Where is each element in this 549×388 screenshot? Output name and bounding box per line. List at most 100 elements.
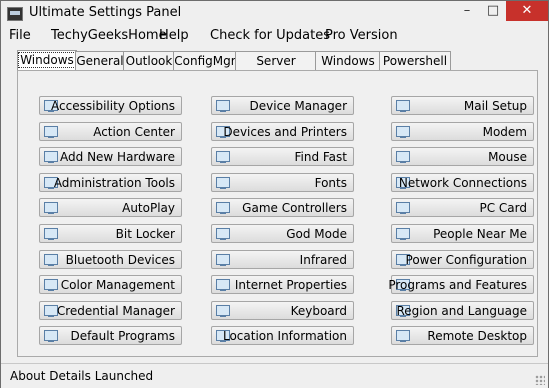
settings-button[interactable]: People Near Me (391, 224, 534, 243)
monitor-icon (216, 177, 230, 189)
status-text: About Details Launched (10, 369, 154, 383)
monitor-icon (44, 228, 58, 240)
menu-bar: File TechyGeeksHome Help Check for Updat… (1, 26, 548, 46)
settings-panel: Accessibility Options Action Center Add Ne… (17, 70, 538, 357)
monitor-icon (44, 330, 58, 342)
settings-button[interactable]: Mail Setup (391, 96, 534, 115)
settings-button[interactable]: AutoPlay (39, 198, 182, 217)
monitor-icon (44, 279, 58, 291)
monitor-icon (396, 330, 410, 342)
settings-button-label: God Mode (286, 227, 347, 241)
settings-button-label: Administration Tools (53, 176, 175, 190)
app-window: Ultimate Settings Panel – □ ✕ File Techy… (0, 0, 549, 388)
settings-button-label: Accessibility Options (51, 99, 175, 113)
monitor-icon (396, 100, 410, 112)
settings-button[interactable]: Modem (391, 122, 534, 141)
maximize-button[interactable]: □ (480, 1, 506, 21)
settings-button[interactable]: Region and Language (391, 301, 534, 320)
settings-button[interactable]: Bit Locker (39, 224, 182, 243)
settings-button[interactable]: Action Center (39, 122, 182, 141)
settings-button-label: Programs and Features (388, 278, 527, 292)
settings-button-label: People Near Me (433, 227, 527, 241)
app-icon (7, 7, 23, 21)
settings-button-label: Infrared (299, 253, 347, 267)
settings-button-label: Game Controllers (242, 201, 347, 215)
settings-button[interactable]: Find Fast (211, 147, 354, 166)
settings-button[interactable]: Device Manager (211, 96, 354, 115)
settings-button[interactable]: Internet Properties (211, 275, 354, 294)
menu-file[interactable]: File (9, 28, 31, 43)
menu-techygeekshome[interactable]: TechyGeeksHome (51, 28, 167, 43)
monitor-icon (216, 151, 230, 163)
monitor-icon (396, 126, 410, 138)
monitor-icon (44, 254, 58, 266)
monitor-icon (216, 254, 230, 266)
settings-button-label: Color Management (60, 278, 175, 292)
settings-button[interactable]: Location Information (211, 326, 354, 345)
tab-windows[interactable]: Windows (17, 50, 77, 71)
settings-button[interactable]: Mouse (391, 147, 534, 166)
settings-button[interactable]: Programs and Features (388, 275, 534, 294)
title-bar: Ultimate Settings Panel – □ ✕ (1, 1, 548, 26)
tab-general[interactable]: General (75, 51, 125, 70)
settings-button[interactable]: Accessibility Options (39, 96, 182, 115)
settings-button[interactable]: Default Programs (39, 326, 182, 345)
menu-help[interactable]: Help (159, 28, 189, 43)
settings-button-label: Internet Properties (234, 278, 347, 292)
settings-button-label: Mail Setup (463, 99, 527, 113)
settings-button[interactable]: Network Connections (391, 173, 534, 192)
monitor-icon (44, 151, 58, 163)
settings-button-label: Network Connections (398, 176, 527, 190)
settings-button[interactable]: Infrared (211, 250, 354, 269)
settings-button[interactable]: PC Card (391, 198, 534, 217)
tab-powershell[interactable]: Powershell (379, 51, 451, 70)
settings-button-label: Device Manager (249, 99, 347, 113)
settings-button-label: Credential Manager (56, 304, 175, 318)
settings-button[interactable]: Bluetooth Devices (39, 250, 182, 269)
tab-server-admin[interactable]: Server Admin (235, 51, 317, 86)
minimize-button[interactable]: – (454, 1, 480, 21)
settings-button-label: PC Card (479, 201, 527, 215)
monitor-icon (44, 202, 58, 214)
resize-grip-icon[interactable] (535, 375, 545, 385)
monitor-icon (216, 202, 230, 214)
close-button[interactable]: ✕ (506, 1, 548, 21)
monitor-icon (396, 228, 410, 240)
settings-button[interactable]: Administration Tools (39, 173, 182, 192)
monitor-icon (216, 228, 230, 240)
monitor-icon (216, 279, 230, 291)
monitor-icon (44, 126, 58, 138)
tab-outlook[interactable]: Outlook (123, 51, 175, 70)
settings-button-label: Add New Hardware (60, 150, 175, 164)
settings-button[interactable]: Remote Desktop (391, 326, 534, 345)
settings-button[interactable]: Credential Manager (39, 301, 182, 320)
settings-button[interactable]: Add New Hardware (39, 147, 182, 166)
settings-button-label: AutoPlay (122, 201, 175, 215)
window-title: Ultimate Settings Panel (29, 5, 182, 20)
monitor-icon (216, 100, 230, 112)
tab-windows-8[interactable]: Windows 8 (315, 51, 381, 86)
settings-button-label: Action Center (93, 125, 175, 139)
settings-button[interactable]: Power Configuration (391, 250, 534, 269)
settings-button-label: Modem (482, 125, 527, 139)
settings-button[interactable]: Color Management (39, 275, 182, 294)
monitor-icon (396, 202, 410, 214)
settings-button[interactable]: Devices and Printers (211, 122, 354, 141)
settings-button[interactable]: Game Controllers (211, 198, 354, 217)
menu-check-updates[interactable]: Check for Updates (210, 28, 330, 43)
tab-configmgr[interactable]: ConfigMgr (173, 51, 237, 70)
settings-button-label: Mouse (488, 150, 527, 164)
settings-button[interactable]: Keyboard (211, 301, 354, 320)
settings-button[interactable]: Fonts (211, 173, 354, 192)
menu-pro-version[interactable]: Pro Version (325, 28, 398, 43)
settings-button-label: Power Configuration (405, 253, 527, 267)
settings-button-label: Keyboard (290, 304, 347, 318)
status-bar: About Details Launched (1, 363, 548, 388)
settings-button-label: Region and Language (396, 304, 527, 318)
settings-button-label: Remote Desktop (427, 329, 527, 343)
settings-button-label: Bit Locker (115, 227, 175, 241)
settings-button-label: Fonts (314, 176, 347, 190)
settings-button-label: Find Fast (294, 150, 347, 164)
monitor-icon (396, 151, 410, 163)
settings-button[interactable]: God Mode (211, 224, 354, 243)
